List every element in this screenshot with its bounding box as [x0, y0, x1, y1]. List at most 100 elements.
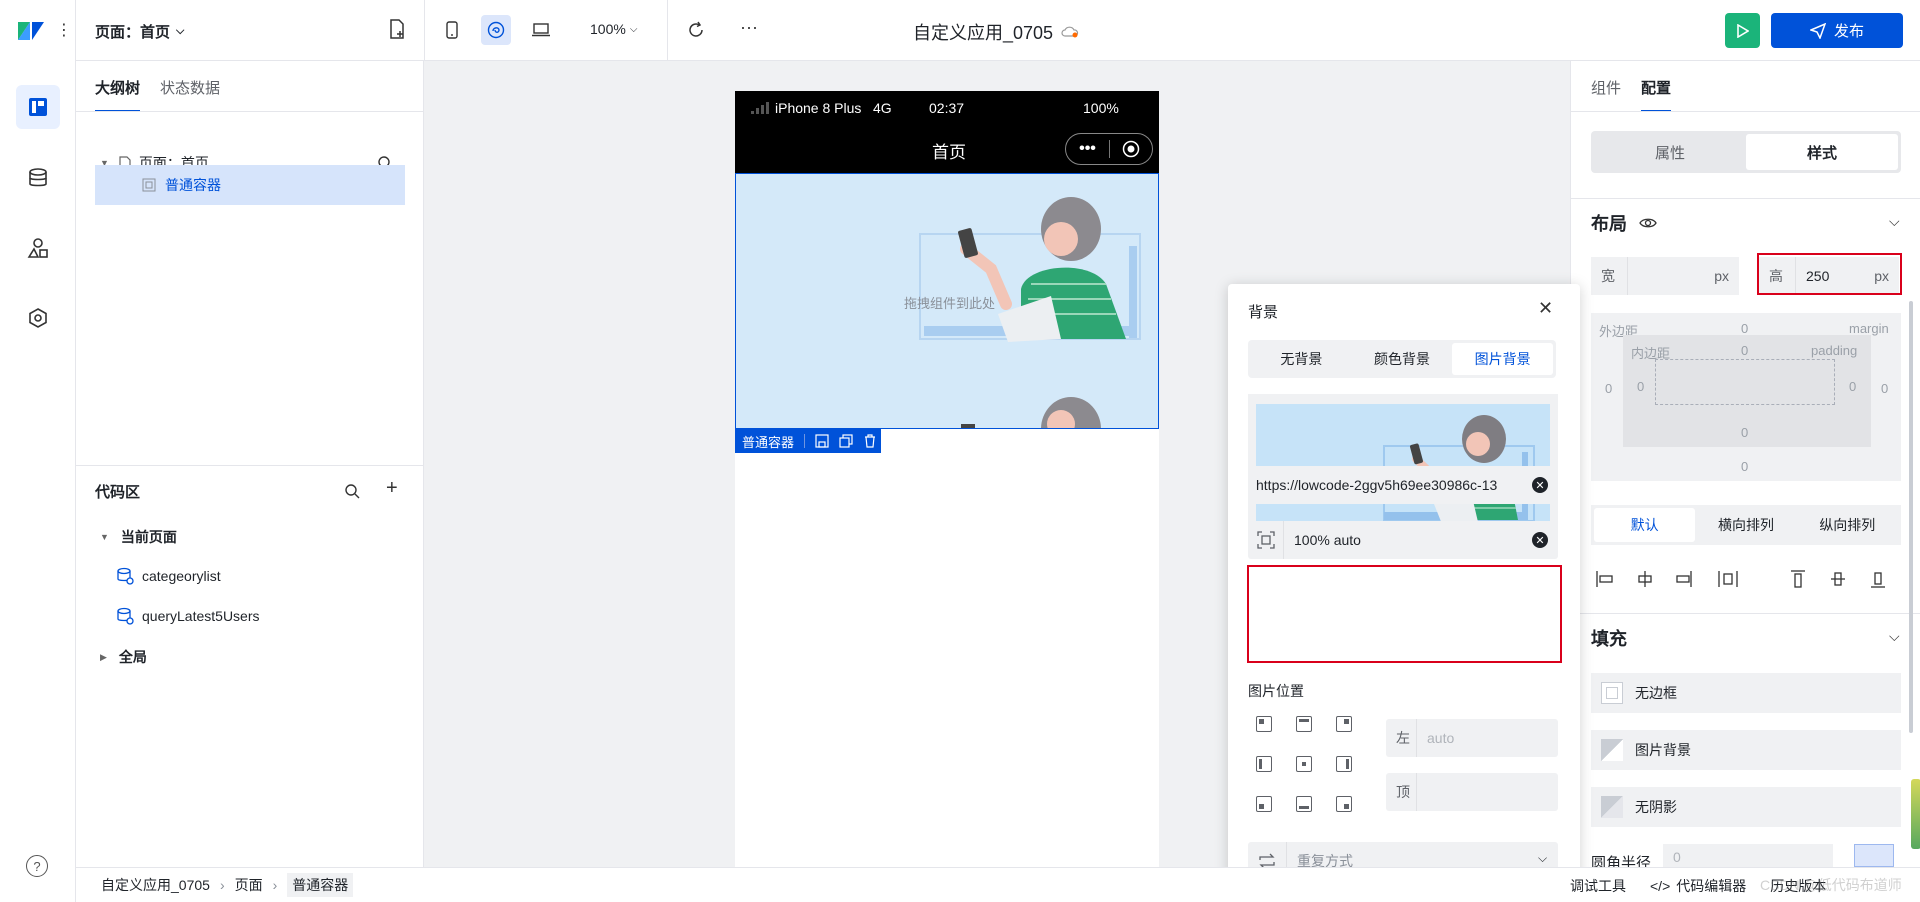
- position-top-center-icon[interactable]: [1296, 716, 1312, 732]
- selected-container[interactable]: 拖拽组件到此处: [735, 173, 1159, 429]
- code-current-page-group[interactable]: ▼ 当前页面: [100, 527, 177, 547]
- code-item-label: queryLatest5Users: [142, 608, 260, 624]
- more-horizontal-icon[interactable]: •••: [1066, 140, 1109, 158]
- app-logo[interactable]: [16, 18, 46, 44]
- phone-frame: iPhone 8 Plus 4G 02:37 100% 首页 ••• 拖拽组件到…: [735, 91, 1159, 867]
- background-setting[interactable]: 图片背景: [1591, 730, 1901, 770]
- fill-section-title[interactable]: 填充: [1591, 625, 1627, 651]
- chevron-down-icon: ⌵: [176, 25, 185, 37]
- margin-right[interactable]: 0: [1881, 381, 1888, 396]
- highlight-box: [1757, 253, 1902, 295]
- network-type: 4G: [873, 100, 892, 116]
- position-bottom-left-icon[interactable]: [1256, 796, 1272, 812]
- data-source-nav-button[interactable]: [16, 156, 60, 200]
- fill-title: 填充: [1591, 629, 1627, 649]
- eye-icon[interactable]: [1639, 217, 1657, 229]
- tab-components[interactable]: 组件: [1591, 77, 1621, 112]
- battery: 100%: [1083, 100, 1119, 116]
- add-icon[interactable]: +: [386, 477, 398, 500]
- tab-color-background[interactable]: 颜色背景: [1352, 343, 1453, 375]
- position-bottom-right-icon[interactable]: [1336, 796, 1352, 812]
- tab-outline-tree[interactable]: 大纲树: [95, 77, 141, 112]
- add-page-icon[interactable]: [388, 19, 406, 42]
- radius-input[interactable]: 0: [1663, 844, 1833, 867]
- outline-nav-button[interactable]: [16, 85, 60, 129]
- mobile-view-icon[interactable]: [437, 15, 467, 45]
- close-miniprogram-icon[interactable]: [1110, 140, 1152, 158]
- page-selector-label: 页面：首页: [95, 24, 171, 41]
- padding-top[interactable]: 0: [1741, 343, 1748, 358]
- position-center-left-icon[interactable]: [1256, 756, 1272, 772]
- tab-properties[interactable]: 属性: [1594, 134, 1746, 170]
- code-item[interactable]: categeorylist: [116, 567, 221, 585]
- copy-icon[interactable]: [839, 434, 853, 448]
- code-global-group[interactable]: ▶ 全局: [100, 647, 147, 667]
- code-editor-link[interactable]: </> 代码编辑器: [1650, 876, 1746, 896]
- tab-no-background[interactable]: 无背景: [1251, 343, 1352, 375]
- margin-left[interactable]: 0: [1605, 381, 1612, 396]
- radius-link-toggle[interactable]: [1854, 844, 1894, 867]
- tab-image-background[interactable]: 图片背景: [1452, 343, 1554, 375]
- position-top-left-icon[interactable]: [1256, 716, 1272, 732]
- chevron-down-icon[interactable]: ⌵: [1889, 628, 1900, 645]
- app-title-text: 自定义应用_0705: [913, 23, 1054, 43]
- run-preview-button[interactable]: [1725, 13, 1760, 48]
- padding-right[interactable]: 0: [1849, 379, 1856, 394]
- margin-bottom[interactable]: 0: [1741, 459, 1748, 474]
- nav-bar: 首页 •••: [735, 123, 1159, 173]
- breadcrumb-app[interactable]: 自定义应用_0705: [101, 875, 210, 895]
- desktop-view-icon[interactable]: [526, 15, 556, 45]
- image-url-field[interactable]: https://lowcode-2ggv5h69ee30986c-13 ✕: [1248, 466, 1558, 504]
- delete-icon[interactable]: [863, 434, 877, 448]
- padding-left[interactable]: 0: [1637, 379, 1644, 394]
- publish-button[interactable]: 发布: [1771, 13, 1903, 48]
- time: 02:37: [929, 100, 965, 116]
- chevron-down-icon[interactable]: ⌵: [1889, 213, 1900, 230]
- save-icon[interactable]: [815, 434, 829, 448]
- side-widget[interactable]: [1911, 779, 1920, 849]
- zoom-select[interactable]: 100% ⌵: [590, 21, 637, 37]
- capsule-menu[interactable]: •••: [1065, 133, 1153, 165]
- scrollbar[interactable]: [1909, 301, 1913, 733]
- direction-horizontal[interactable]: 横向排列: [1695, 508, 1796, 542]
- border-setting[interactable]: 无边框: [1591, 673, 1901, 713]
- selection-toolbar: 普通容器: [735, 429, 881, 453]
- image-size-field[interactable]: 100% auto ✕: [1248, 521, 1558, 559]
- search-icon[interactable]: [344, 483, 360, 499]
- position-top-right-icon[interactable]: [1336, 716, 1352, 732]
- width-field[interactable]: 宽 px: [1591, 257, 1739, 295]
- help-icon[interactable]: ?: [26, 855, 48, 877]
- align-center-v-icon: [1831, 572, 1845, 586]
- settings-nav-button[interactable]: [16, 296, 60, 340]
- tree-container-node-content[interactable]: 普通容器: [95, 165, 405, 205]
- layout-section-title[interactable]: 布局: [1591, 210, 1657, 236]
- components-nav-button[interactable]: [16, 226, 60, 270]
- position-top-field[interactable]: 顶: [1386, 773, 1558, 811]
- close-icon[interactable]: ✕: [1538, 298, 1553, 319]
- more-horizontal-icon[interactable]: ···: [740, 17, 758, 38]
- padding-bottom[interactable]: 0: [1741, 425, 1748, 440]
- direction-vertical[interactable]: 纵向排列: [1797, 508, 1898, 542]
- more-vertical-icon[interactable]: ⋮: [56, 20, 72, 40]
- page-selector[interactable]: 页面：首页 ⌵: [95, 21, 184, 42]
- publish-label: 发布: [1833, 23, 1864, 40]
- position-left-field[interactable]: 左 auto: [1386, 719, 1558, 757]
- position-center-right-icon[interactable]: [1336, 756, 1352, 772]
- code-item[interactable]: queryLatest5Users: [116, 607, 260, 625]
- clear-icon[interactable]: ✕: [1532, 532, 1548, 548]
- margin-top[interactable]: 0: [1741, 321, 1748, 336]
- position-left-placeholder: auto: [1427, 730, 1455, 746]
- debug-tools-link[interactable]: 调试工具: [1570, 876, 1626, 896]
- breadcrumb-page[interactable]: 页面: [235, 875, 263, 895]
- tab-config[interactable]: 配置: [1641, 77, 1672, 112]
- miniprogram-view-icon[interactable]: [481, 15, 511, 45]
- direction-default[interactable]: 默认: [1594, 508, 1696, 542]
- clear-icon[interactable]: ✕: [1532, 477, 1548, 493]
- breadcrumb-current[interactable]: 普通容器: [287, 873, 354, 897]
- position-bottom-center-icon[interactable]: [1296, 796, 1312, 812]
- refresh-icon[interactable]: [681, 15, 711, 45]
- shadow-setting[interactable]: 无阴影: [1591, 787, 1901, 827]
- tab-state-data[interactable]: 状态数据: [160, 77, 220, 112]
- tab-styles[interactable]: 样式: [1746, 134, 1898, 170]
- position-center-icon[interactable]: [1296, 756, 1312, 772]
